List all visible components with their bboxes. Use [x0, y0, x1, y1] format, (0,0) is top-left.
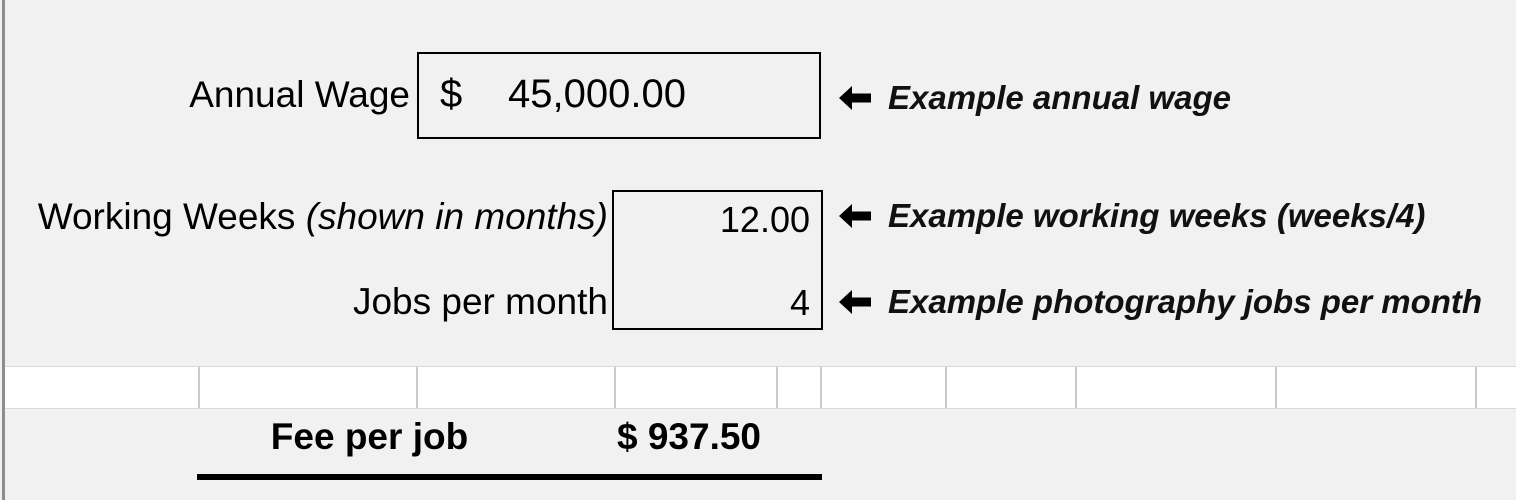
- label-jobs-per-month: Jobs per month: [352, 281, 608, 322]
- value-fee-per-job: $ 937.50: [616, 416, 762, 457]
- row-fee-per-job: Fee per job $ 937.50: [0, 418, 1516, 478]
- row-jobs-per-month: Jobs per month: [0, 283, 608, 320]
- label-working-weeks: Working Weeks (shown in months): [37, 196, 608, 237]
- left-arrow-icon: [838, 201, 872, 231]
- grid-cell-divider: [416, 367, 418, 408]
- value-annual-wage[interactable]: $45,000.00: [440, 74, 802, 114]
- grid-cell-divider: [945, 367, 947, 408]
- value-working-weeks[interactable]: 12.00: [622, 202, 810, 238]
- left-arrow-icon: [838, 287, 872, 317]
- grid-cell-divider: [198, 367, 200, 408]
- left-arrow-icon: [838, 83, 872, 113]
- total-underline: [197, 474, 822, 480]
- value-annual-wage-number: 45,000.00: [508, 72, 686, 116]
- label-working-weeks-paren: (shown in months): [305, 196, 608, 237]
- grid-cell-divider: [1075, 367, 1077, 408]
- spreadsheet-calculator: Annual Wage $45,000.00 Example annual wa…: [0, 0, 1516, 500]
- annotation-working-weeks: Example working weeks (weeks/4): [838, 199, 1425, 232]
- label-annual-wage: Annual Wage: [189, 74, 410, 115]
- grid-cell-divider: [1275, 367, 1277, 408]
- annotation-annual-wage: Example annual wage: [838, 81, 1231, 114]
- grid-cell-divider: [1475, 367, 1477, 408]
- annotation-annual-wage-text: Example annual wage: [888, 79, 1231, 116]
- currency-symbol-annual-wage: $: [440, 72, 463, 116]
- grid-cell-divider: [820, 367, 822, 408]
- value-jobs-per-month[interactable]: 4: [622, 285, 810, 321]
- grid-cell-divider: [614, 367, 616, 408]
- spreadsheet-grid-row[interactable]: [5, 366, 1516, 409]
- label-fee-per-job: Fee per job: [270, 416, 469, 457]
- annotation-jobs-per-month-text: Example photography jobs per month: [888, 283, 1483, 320]
- annotation-jobs-per-month: Example photography jobs per month: [838, 285, 1482, 318]
- row-annual-wage: Annual Wage: [0, 76, 410, 113]
- annotation-working-weeks-text: Example working weeks (weeks/4): [888, 197, 1426, 234]
- grid-cell-divider: [776, 367, 778, 408]
- row-working-weeks: Working Weeks (shown in months): [0, 198, 608, 235]
